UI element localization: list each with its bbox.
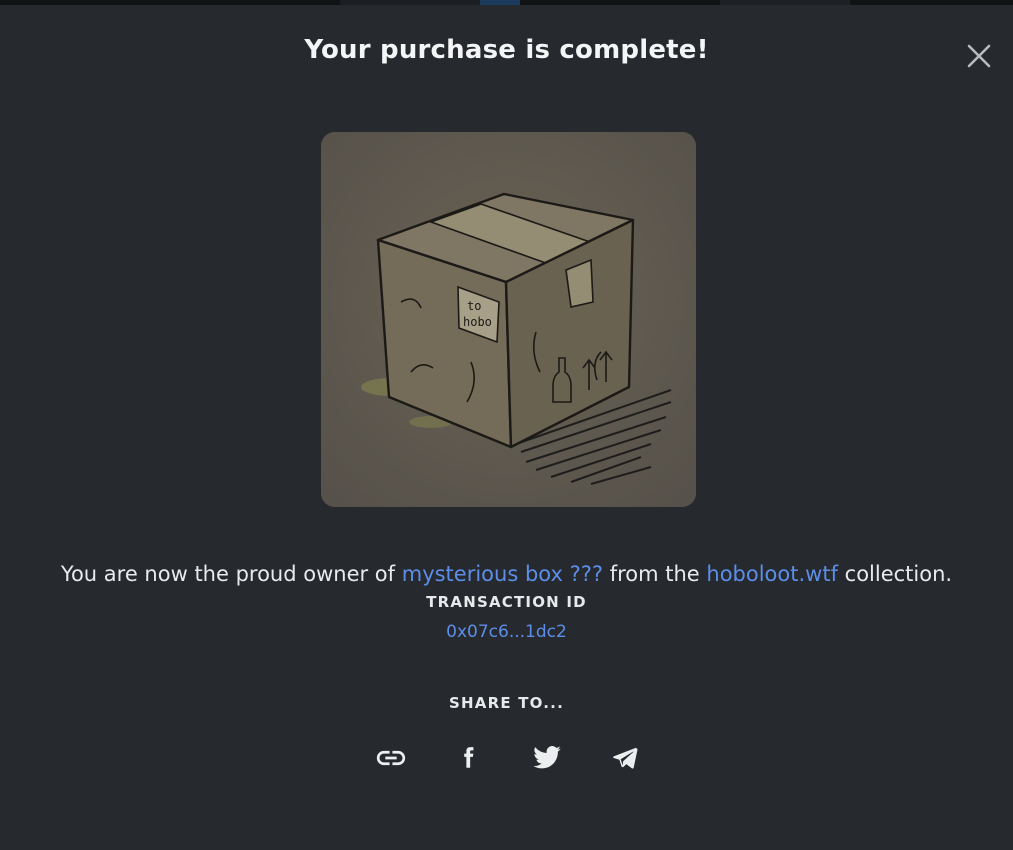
link-icon[interactable]: [371, 738, 411, 778]
close-icon[interactable]: [962, 39, 996, 73]
box-label-line2: hobo: [463, 315, 492, 329]
nft-artwork-image: to hobo: [321, 132, 696, 507]
share-label: SHARE TO...: [449, 694, 564, 712]
collection-link[interactable]: hoboloot.wtf: [706, 562, 838, 586]
telegram-icon[interactable]: [605, 738, 645, 778]
message-suffix: collection.: [837, 562, 953, 586]
purchase-complete-modal: Your purchase is complete! to hobo You a…: [0, 5, 1013, 850]
facebook-icon[interactable]: [448, 738, 488, 778]
modal-title: Your purchase is complete!: [304, 35, 709, 65]
box-label-line1: to: [467, 299, 481, 313]
twitter-icon[interactable]: [527, 738, 567, 778]
message-prefix: You are now the proud owner of: [60, 562, 402, 586]
message-middle: from the: [603, 562, 707, 586]
transaction-id-label: TRANSACTION ID: [426, 593, 587, 611]
transaction-id-link[interactable]: 0x07c6...1dc2: [0, 622, 1013, 642]
ownership-message: You are now the proud owner of mysteriou…: [0, 562, 1013, 586]
item-name-link[interactable]: mysterious box ???: [402, 562, 603, 586]
